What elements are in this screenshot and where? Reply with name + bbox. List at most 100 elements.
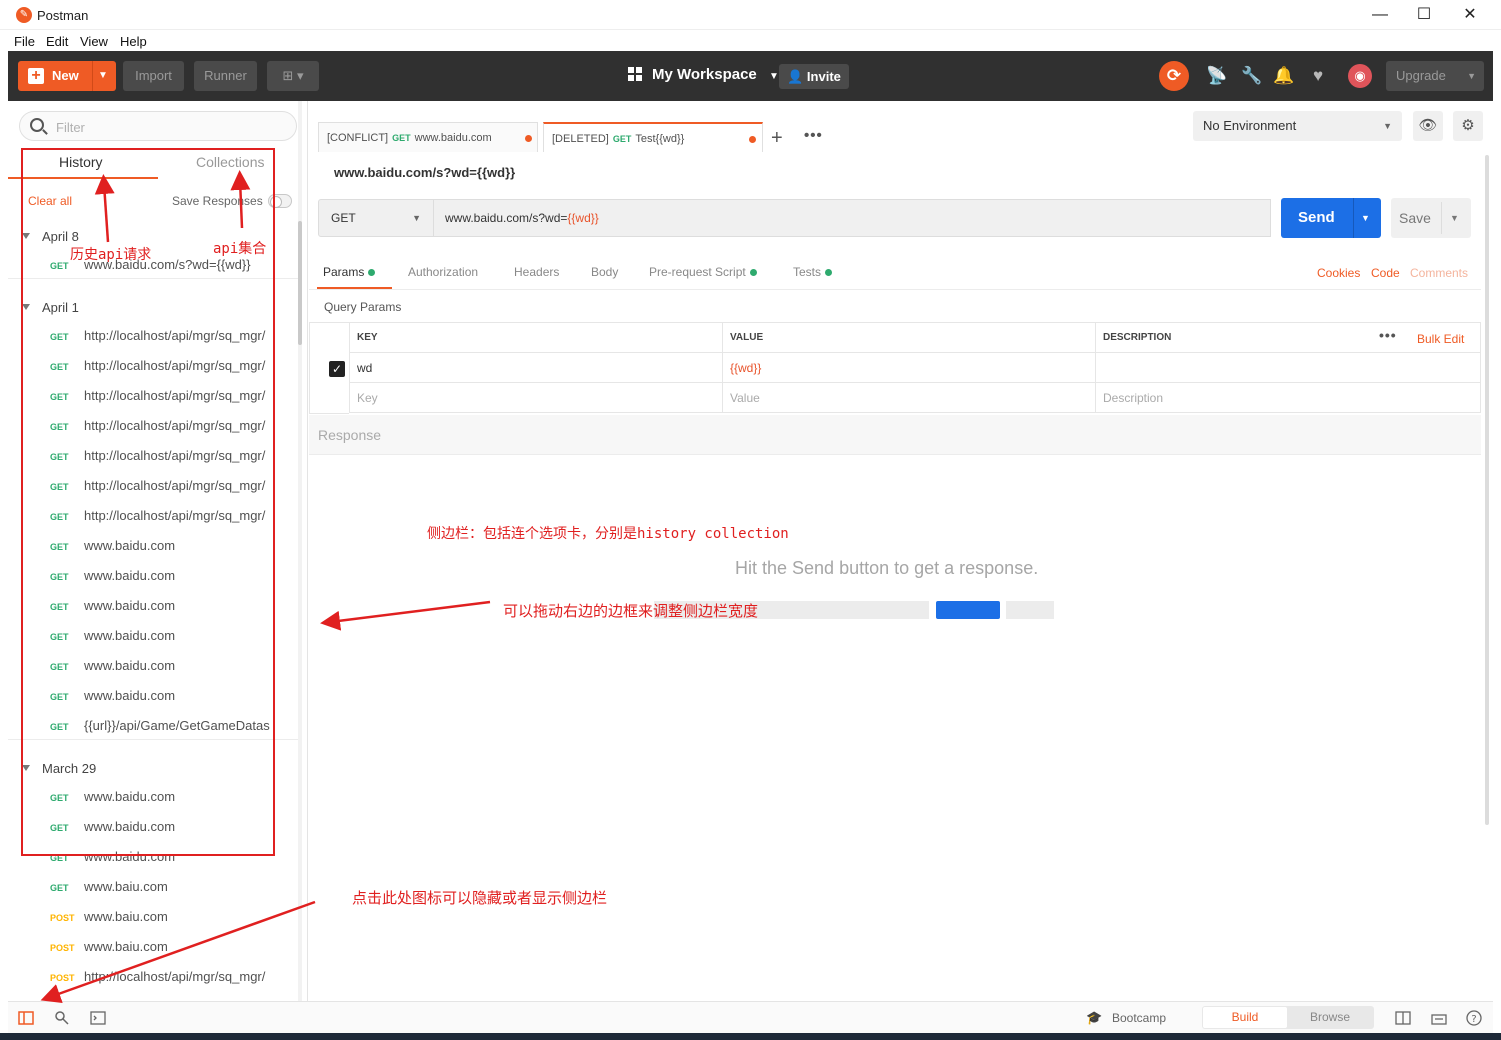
sync-icon[interactable]: ⟳ xyxy=(1159,61,1189,91)
tab-params[interactable]: Params xyxy=(323,265,376,279)
param-description-input[interactable] xyxy=(1095,352,1481,383)
chevron-down-icon[interactable]: ▼ xyxy=(98,61,108,91)
placeholder-button xyxy=(936,601,1000,619)
build-button[interactable]: Build xyxy=(1203,1007,1287,1028)
tab-tests-label: Tests xyxy=(793,265,822,279)
add-user-icon: 👤 xyxy=(787,69,804,84)
help-icon[interactable]: ? xyxy=(1466,1010,1482,1026)
unsaved-dot-icon xyxy=(749,136,756,143)
new-button-label: New xyxy=(52,68,79,83)
new-key-input[interactable]: Key xyxy=(349,382,723,413)
heart-icon[interactable]: ♥ xyxy=(1306,64,1330,88)
add-tab-icon[interactable]: + xyxy=(771,127,783,150)
postman-logo-icon: ✎ xyxy=(16,7,32,23)
tab-pre-request-script[interactable]: Pre-request Script xyxy=(649,265,757,279)
gear-icon[interactable]: ⚙ xyxy=(1453,111,1483,141)
build-browse-toggle: Build Browse xyxy=(1202,1006,1374,1029)
chevron-down-icon[interactable]: ▼ xyxy=(1450,198,1459,238)
request-tab-active[interactable]: [DELETED] GET Test{{wd}} xyxy=(543,122,763,152)
tab-authorization[interactable]: Authorization xyxy=(408,265,478,279)
request-name: www.baidu.com/s?wd={{wd}} xyxy=(334,165,516,180)
history-item-url: www.baiu.com xyxy=(84,910,168,924)
method-select[interactable]: GET ▼ xyxy=(318,199,434,237)
runner-button[interactable]: Runner xyxy=(194,61,257,91)
invite-label: Invite xyxy=(806,69,841,84)
history-item-method: POST xyxy=(50,973,75,983)
more-tabs-icon[interactable]: ••• xyxy=(804,127,823,144)
new-description-input[interactable]: Description xyxy=(1095,382,1481,413)
menu-edit[interactable]: Edit xyxy=(46,34,68,49)
tab-tests[interactable]: Tests xyxy=(793,265,833,279)
app-header: + New ▼ Import Runner ⊞ ▾ My Workspace ▼… xyxy=(8,51,1493,101)
bootcamp-link[interactable]: Bootcamp xyxy=(1112,1011,1166,1025)
satellite-icon[interactable]: 📡 xyxy=(1205,64,1229,88)
tab-method: GET xyxy=(392,133,411,143)
tab-pre-request-label: Pre-request Script xyxy=(649,265,746,279)
tab-headers[interactable]: Headers xyxy=(514,265,559,279)
save-button[interactable]: Save ▼ xyxy=(1391,198,1471,238)
cookies-link[interactable]: Cookies xyxy=(1317,266,1360,280)
tab-body[interactable]: Body xyxy=(591,265,618,279)
find-replace-icon[interactable] xyxy=(54,1010,70,1026)
history-item[interactable]: GET www.baiu.com xyxy=(50,880,280,910)
menu-view[interactable]: View xyxy=(80,34,108,49)
window-title: Postman xyxy=(37,8,89,23)
new-window-button[interactable]: ⊞ ▾ xyxy=(267,61,319,91)
import-button[interactable]: Import xyxy=(123,61,184,91)
status-dot-icon xyxy=(368,269,376,276)
sidebar-toggle-icon[interactable] xyxy=(18,1010,34,1026)
menu-bar: File Edit View Help xyxy=(0,30,1501,51)
console-icon[interactable] xyxy=(90,1010,106,1026)
browse-button[interactable]: Browse xyxy=(1288,1007,1372,1028)
search-icon xyxy=(30,118,44,132)
chevron-down-icon: ▼ xyxy=(768,71,779,82)
annotation-history: 历史api请求 xyxy=(70,247,152,263)
comments-link[interactable]: Comments xyxy=(1410,266,1468,280)
response-hint: Hit the Send button to get a response. xyxy=(735,558,1039,578)
code-link[interactable]: Code xyxy=(1371,266,1400,280)
workspace-selector[interactable]: My Workspace ▼ xyxy=(628,66,779,83)
param-value-input[interactable]: {{wd}} xyxy=(722,352,1096,383)
menu-file[interactable]: File xyxy=(14,34,35,49)
menu-help[interactable]: Help xyxy=(120,34,147,49)
param-key-input[interactable]: wd xyxy=(349,352,723,383)
annotation-sidebar-desc: 侧边栏：包括连个选项卡，分别是history collection xyxy=(427,526,789,542)
history-item[interactable]: POST http://localhost/api/mgr/sq_mgr/ xyxy=(50,970,280,1000)
bell-icon[interactable]: 🔔 xyxy=(1272,64,1296,88)
environment-select[interactable]: No Environment ▼ xyxy=(1193,111,1402,141)
two-pane-icon[interactable] xyxy=(1395,1010,1411,1026)
eye-icon[interactable]: 👁 xyxy=(1413,111,1443,141)
avatar[interactable]: ◉ xyxy=(1348,64,1372,88)
maximize-button[interactable]: ☐ xyxy=(1401,0,1447,30)
url-input[interactable]: www.baidu.com/s?wd={{wd}} xyxy=(434,199,1271,237)
keyboard-icon[interactable] xyxy=(1431,1010,1447,1026)
new-button[interactable]: + New ▼ xyxy=(18,61,116,91)
response-header: Response xyxy=(309,415,1481,455)
close-button[interactable]: ✕ xyxy=(1447,0,1493,30)
sidebar-scrollbar[interactable] xyxy=(298,221,302,345)
chevron-down-icon[interactable]: ▼ xyxy=(1361,198,1370,238)
chevron-down-icon: ▼ xyxy=(412,213,421,223)
param-checkbox[interactable]: ✓ xyxy=(329,361,345,377)
bulk-edit-link[interactable]: Bulk Edit xyxy=(1417,332,1464,346)
more-options-icon[interactable]: ••• xyxy=(1379,327,1397,343)
history-item[interactable]: POST www.baiu.com xyxy=(50,910,280,940)
chevron-down-icon[interactable]: ▼ xyxy=(1467,61,1476,91)
invite-button[interactable]: 👤 Invite xyxy=(779,64,849,89)
tab-prefix: [DELETED] xyxy=(552,133,609,145)
status-dot-icon xyxy=(749,269,757,276)
upgrade-button[interactable]: Upgrade ▼ xyxy=(1386,61,1484,91)
wrench-icon[interactable]: 🔧 xyxy=(1240,64,1264,88)
tabs-divider xyxy=(309,289,1481,290)
main-scrollbar[interactable] xyxy=(1485,155,1489,825)
send-button[interactable]: Send ▼ xyxy=(1281,198,1381,238)
history-item[interactable]: POST www.baiu.com xyxy=(50,940,280,970)
placeholder-bar xyxy=(1006,601,1054,619)
new-window-icon: ⊞ ▾ xyxy=(282,68,304,83)
chevron-down-icon: ▼ xyxy=(1383,121,1392,131)
minimize-button[interactable]: — xyxy=(1357,0,1403,30)
new-value-input[interactable]: Value xyxy=(722,382,1096,413)
filter-input[interactable]: Filter xyxy=(19,111,297,141)
history-item-url: www.baiu.com xyxy=(84,880,168,894)
request-tab[interactable]: [CONFLICT] GET www.baidu.com xyxy=(318,122,538,152)
